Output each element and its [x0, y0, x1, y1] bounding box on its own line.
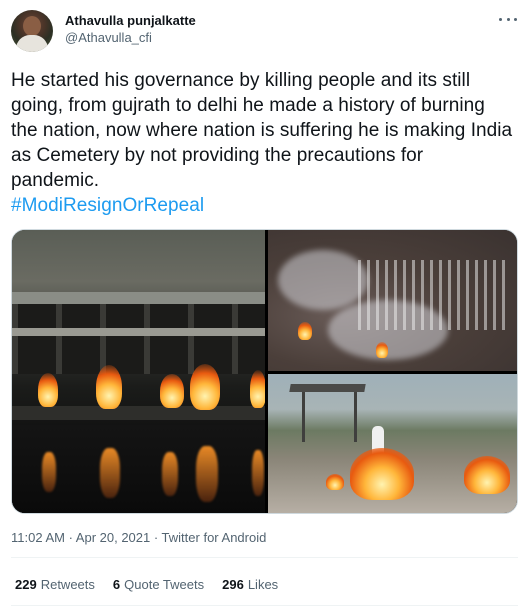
more-options-icon[interactable] — [499, 12, 517, 26]
shed-post — [302, 392, 305, 442]
author-handle[interactable]: @Athavulla_cfi — [65, 29, 196, 47]
more-dot — [499, 17, 502, 21]
divider — [11, 557, 518, 558]
author-display-name[interactable]: Athavulla punjalkatte — [65, 13, 196, 29]
tweet-text: He started his governance by killing peo… — [11, 68, 516, 218]
media-image-3[interactable] — [268, 374, 517, 513]
fire — [96, 365, 122, 409]
media-grid — [11, 229, 518, 514]
fire — [38, 373, 58, 407]
fire-reflection — [42, 452, 56, 492]
smoke — [278, 250, 368, 310]
avatar-face — [23, 16, 41, 36]
tweet-timestamp[interactable]: 11:02 AM · Apr 20, 2021 · Twitter for An… — [11, 530, 266, 546]
hashtag-link[interactable]: #ModiResignOrRepeal — [11, 193, 516, 218]
shed-roof — [12, 292, 265, 304]
author-names: Athavulla punjalkatte @Athavulla_cfi — [65, 13, 196, 47]
likes-label: Likes — [247, 577, 279, 592]
retweets-label: Retweets — [40, 577, 95, 592]
more-dot — [514, 17, 517, 21]
shed-beam — [12, 328, 265, 336]
fire — [298, 322, 312, 340]
tweet-card: Athavulla punjalkatte @Athavulla_cfi He … — [0, 0, 532, 611]
fire-reflection — [100, 448, 120, 498]
avatar[interactable] — [11, 10, 53, 52]
retweets-count: 229 — [15, 577, 37, 592]
divider — [11, 605, 518, 606]
tweet-body: He started his governance by killing peo… — [11, 70, 513, 191]
fire — [190, 364, 220, 410]
retweets-stat[interactable]: 229 Retweets — [15, 577, 95, 593]
more-dot — [506, 17, 510, 21]
quote-tweets-stat[interactable]: 6 Quote Tweets — [113, 577, 204, 593]
fire — [376, 342, 388, 358]
tweet-header: Athavulla punjalkatte @Athavulla_cfi — [11, 10, 521, 54]
shed-post — [354, 392, 357, 442]
likes-count: 296 — [222, 577, 244, 592]
fire — [250, 370, 265, 408]
media-image-1[interactable] — [12, 230, 265, 513]
avatar-body — [16, 35, 48, 52]
tweet-stats: 229 Retweets 6 Quote Tweets 296 Likes — [15, 577, 278, 593]
fire — [326, 474, 344, 490]
likes-stat[interactable]: 296 Likes — [222, 577, 278, 593]
crowd — [358, 260, 508, 330]
shed-pillars — [12, 304, 265, 374]
quotes-label: Quote Tweets — [124, 577, 205, 592]
fire — [160, 374, 184, 408]
fire-reflection — [162, 452, 178, 496]
fire — [464, 456, 510, 494]
media-image-2[interactable] — [268, 230, 517, 371]
fire-reflection — [196, 446, 218, 502]
quotes-count: 6 — [112, 577, 121, 592]
shed-roof — [289, 384, 366, 392]
fire — [350, 448, 414, 500]
fire-reflection — [252, 450, 264, 496]
ghat-ledge — [12, 406, 265, 420]
